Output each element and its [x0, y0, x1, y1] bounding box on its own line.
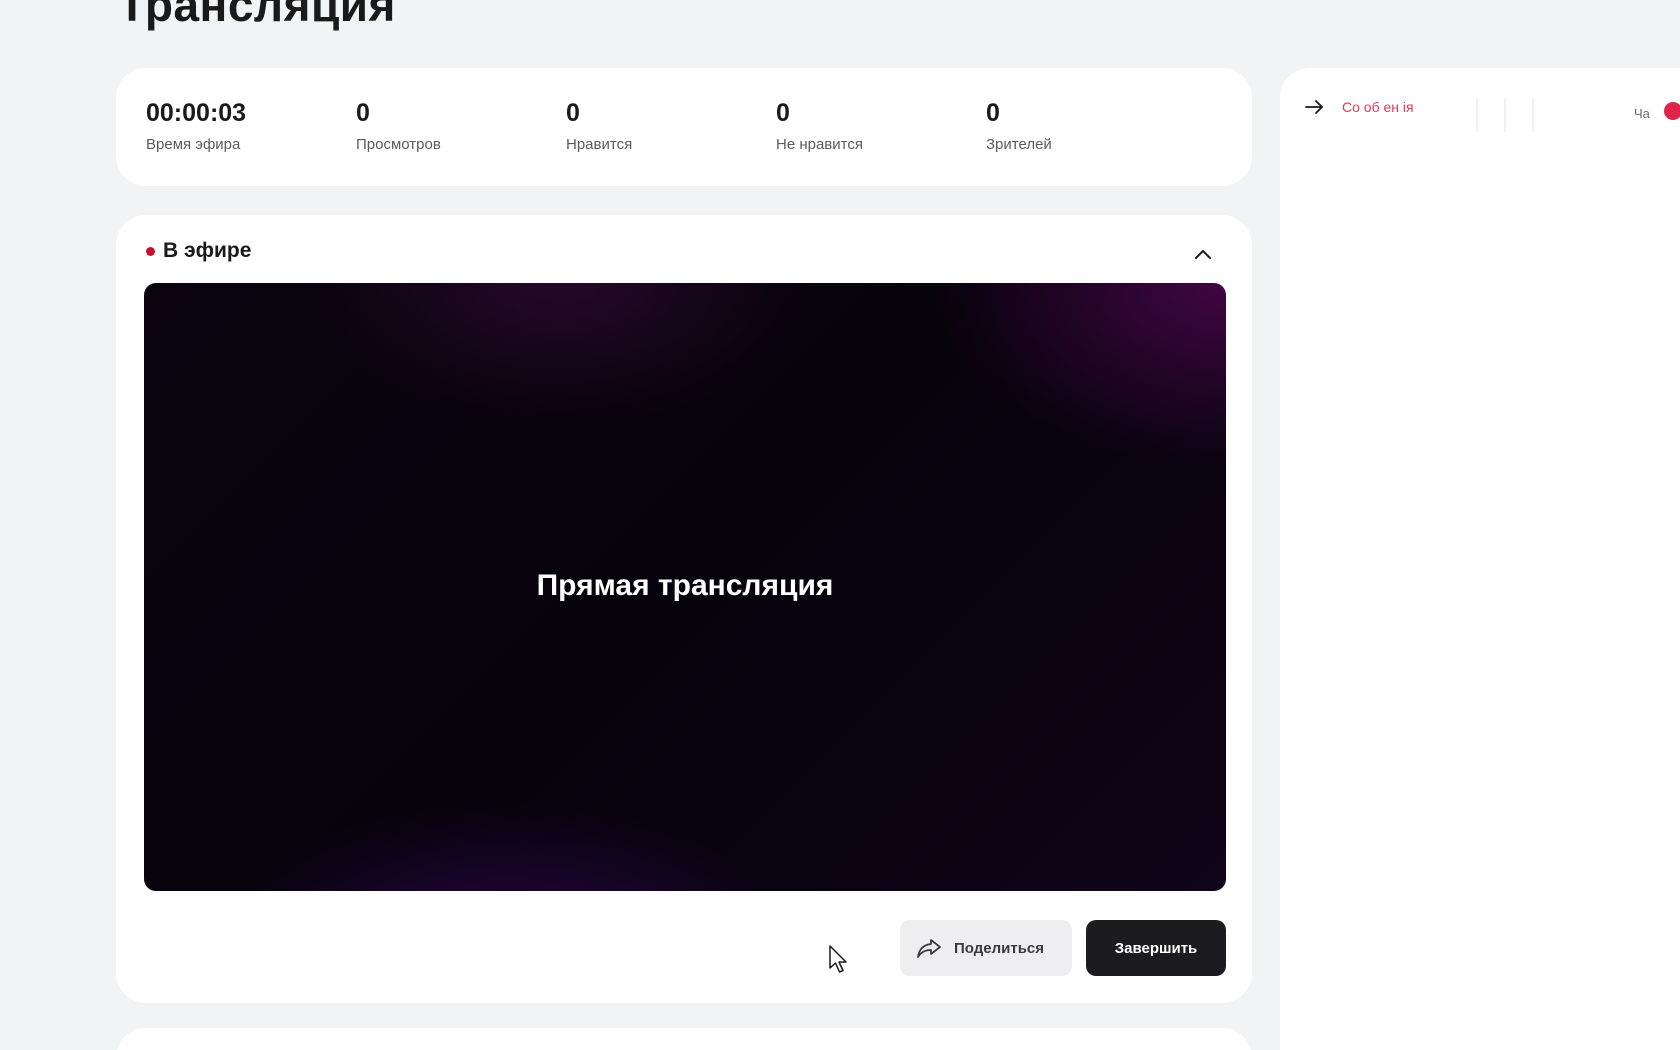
divider	[1504, 98, 1506, 132]
panel-tabs: Со об ен ія	[1304, 98, 1414, 116]
stat-value: 0	[776, 99, 790, 127]
end-broadcast-button[interactable]: Завершить	[1086, 920, 1226, 976]
stat-label: Нравится	[566, 136, 633, 153]
stat-value: 0	[986, 99, 1000, 127]
mouse-cursor-icon	[829, 945, 847, 973]
live-header: В эфире	[146, 239, 251, 263]
live-card: В эфире Прямая трансляция Поделиться Зав…	[116, 215, 1252, 1003]
stat-dislikes: 0 Не нравится	[776, 98, 863, 154]
stat-value: 00:00:03	[146, 99, 247, 127]
panel-dividers	[1476, 98, 1636, 132]
divider	[1532, 98, 1534, 132]
stat-label: Зрителей	[986, 136, 1052, 153]
live-status-label: В эфире	[163, 239, 252, 262]
chat-panel: Со об ен ія Ча	[1280, 68, 1680, 1050]
stat-likes: 0 Нравится	[566, 98, 632, 154]
stat-value: 0	[566, 99, 580, 127]
video-title: Прямая трансляция	[536, 569, 834, 602]
page-title: Трансляция	[118, 0, 396, 31]
arrow-right-icon[interactable]	[1304, 98, 1326, 116]
live-dot-icon	[146, 246, 155, 256]
share-button-label: Поделиться	[954, 939, 1045, 957]
share-button[interactable]: Поделиться	[900, 920, 1072, 976]
divider	[1476, 98, 1478, 132]
stat-label: Не нравится	[776, 136, 863, 153]
stats-card: 00:00:03 Время эфира 0 Просмотров 0 Нрав…	[116, 68, 1252, 186]
stat-label: Просмотров	[356, 136, 441, 153]
stat-viewers: 0 Зрителей	[986, 98, 1052, 154]
tab-messages[interactable]: Со об ен ія	[1342, 99, 1414, 115]
video-player[interactable]: Прямая трансляция	[144, 283, 1226, 891]
collapse-button[interactable]	[1190, 241, 1216, 267]
stat-value: 0	[356, 99, 370, 127]
stat-views: 0 Просмотров	[356, 98, 441, 154]
share-arrow-icon	[917, 939, 941, 958]
stat-airtime: 00:00:03 Время эфира	[146, 98, 246, 154]
stat-label: Время эфира	[146, 136, 241, 153]
tab-chat[interactable]: Ча	[1634, 106, 1650, 121]
next-card	[116, 1028, 1252, 1050]
chevron-up-icon	[1195, 250, 1211, 259]
page: Трансляция 00:00:03 Время эфира 0 Просмо…	[0, 0, 1680, 1050]
notification-badge	[1664, 102, 1680, 120]
